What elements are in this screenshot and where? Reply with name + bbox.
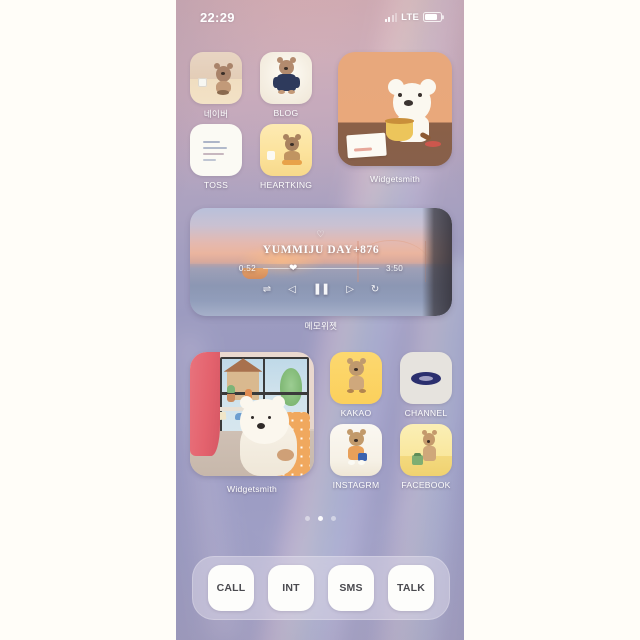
dock-int[interactable]: INT [268, 565, 314, 611]
page-indicator[interactable] [176, 516, 464, 521]
app-label: 네이버 [203, 109, 229, 119]
media-widget-caption: 메모위젯 [304, 321, 338, 331]
app-facebook[interactable]: FACEBOOK [400, 424, 452, 490]
next-button[interactable]: ▷ [346, 284, 354, 295]
dock: CALL INT SMS TALK [192, 556, 450, 620]
curtain [190, 352, 220, 457]
signal-bars-icon [384, 12, 398, 22]
duration-time: 3:50 [386, 264, 404, 273]
widget-widgetsmith-bottom[interactable] [190, 352, 314, 476]
app-naver[interactable]: 네이버 [190, 52, 242, 120]
bear-ear-right [271, 396, 285, 410]
app-label: FACEBOOK [401, 480, 451, 490]
dock-call[interactable]: CALL [208, 565, 254, 611]
heartking-bear-icon [260, 124, 312, 176]
app-label: INSTAGRM [332, 480, 380, 490]
top-app-group: 네이버 BLOG TOSS HEARTKING Widgetsmith [190, 52, 452, 196]
app-toss[interactable]: TOSS [190, 124, 242, 190]
network-label: LTE [401, 11, 419, 23]
facebook-bear-icon [400, 424, 452, 476]
widget-label-bottom: Widgetsmith [226, 484, 278, 494]
dock-talk[interactable]: TALK [388, 565, 434, 611]
battery-icon [423, 12, 442, 22]
screenshot-root: 22:29 LTE 네이버 BLOG TOSS HEARTKING Widget… [0, 0, 640, 640]
status-indicators: LTE [384, 11, 442, 23]
app-label: HEARTKING [260, 180, 313, 190]
app-heartking[interactable]: HEARTKING [260, 124, 312, 190]
status-time: 22:29 [200, 9, 235, 25]
app-label: BLOG [273, 108, 299, 118]
bear-nose [256, 422, 265, 429]
progress-slider[interactable]: ❤ [263, 263, 379, 273]
kakao-bear-icon [330, 352, 382, 404]
repeat-button[interactable]: ↻ [371, 284, 379, 295]
page-dot-3[interactable] [330, 516, 336, 521]
dock-label: INT [282, 582, 300, 594]
playback-controls: ⇌ ◁ ❚❚ ▷ ↻ [263, 284, 380, 295]
app-label: KAKAO [340, 408, 372, 418]
heart-icon: ♡ [316, 229, 326, 239]
instagram-bear-icon [330, 424, 382, 476]
player-controls-overlay: ♡ YUMMIJU DAY+876 0:52 ❤ 3:50 ⇌ ◁ ❚❚ ▷ ↻ [190, 208, 452, 316]
dock-sms[interactable]: SMS [328, 565, 374, 611]
page-dot-2-active[interactable] [317, 516, 323, 521]
bear-ear-left [239, 396, 253, 410]
media-widget-wrap: ♡ YUMMIJU DAY+876 0:52 ❤ 3:50 ⇌ ◁ ❚❚ ▷ ↻ [190, 208, 452, 332]
app-instagram[interactable]: INSTAGRM [330, 424, 382, 490]
toss-note-icon [190, 124, 242, 176]
media-widget[interactable]: ♡ YUMMIJU DAY+876 0:52 ❤ 3:50 ⇌ ◁ ❚❚ ▷ ↻ [190, 208, 452, 316]
app-label: CHANNEL [404, 408, 448, 418]
bottom-app-group: Widgetsmith KAKAO CHANNEL INSTAGRM FACEB… [190, 352, 452, 500]
app-blog[interactable]: BLOG [260, 52, 312, 118]
widget-widgetsmith-top[interactable] [338, 52, 452, 166]
previous-button[interactable]: ◁ [288, 284, 296, 295]
app-kakao[interactable]: KAKAO [330, 352, 382, 418]
bear-eye-left [250, 415, 254, 419]
dock-label: SMS [339, 582, 363, 594]
dock-label: CALL [216, 582, 246, 594]
shuffle-button[interactable]: ⇌ [263, 284, 271, 295]
dock-label: TALK [396, 582, 425, 594]
naver-bear-icon [190, 52, 242, 104]
pause-button[interactable]: ❚❚ [313, 284, 330, 295]
app-label: TOSS [203, 180, 229, 190]
app-channel[interactable]: CHANNEL [400, 352, 452, 418]
page-dot-1[interactable] [304, 516, 310, 521]
blog-bear-icon [260, 52, 312, 104]
channel-oval-icon [400, 352, 452, 404]
progress-row: 0:52 ❤ 3:50 [238, 263, 404, 273]
elapsed-time: 0:52 [238, 264, 256, 273]
track-title: YUMMIJU DAY+876 [262, 244, 380, 256]
iphone-home-screen: 22:29 LTE 네이버 BLOG TOSS HEARTKING Widget… [176, 0, 464, 640]
widget-label-top: Widgetsmith [369, 174, 421, 184]
status-bar: 22:29 LTE [176, 0, 464, 34]
